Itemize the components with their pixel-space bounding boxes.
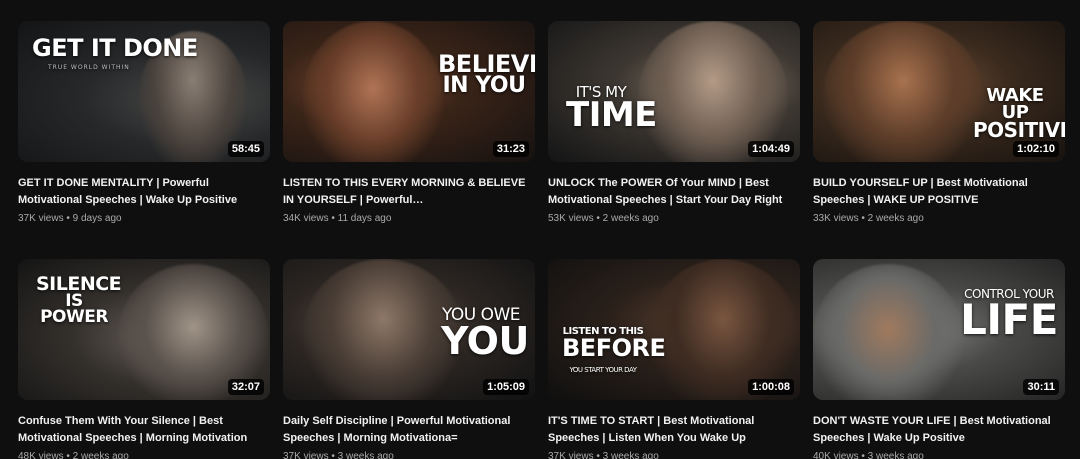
video-grid: GET IT DONE TRUE WORLD WITHIN 58:45 GET … xyxy=(0,0,1080,459)
video-title[interactable]: Confuse Them With Your Silence | Best Mo… xyxy=(18,413,263,447)
video-card[interactable]: LISTEN TO THIS BEFORE YOU START YOUR DAY… xyxy=(548,259,800,459)
upload-age: 2 weeks ago xyxy=(602,213,659,224)
video-card[interactable]: BELIEVE IN YOU 31:23 LISTEN TO THIS EVER… xyxy=(283,21,535,226)
view-count: 37K views xyxy=(18,213,64,224)
video-card[interactable]: IT'S MY TIME 1:04:49 UNLOCK The POWER Of… xyxy=(548,21,800,226)
video-card[interactable]: YOU OWE YOU 1:05:09 Daily Self Disciplin… xyxy=(283,259,535,459)
thumbnail-overlay-subtext: YOU START YOUR DAY xyxy=(569,366,637,374)
upload-age: 11 days ago xyxy=(337,213,392,224)
view-count: 40K views xyxy=(813,451,859,459)
thumbnail-overlay-text: LISTEN TO THIS BEFORE xyxy=(562,326,666,362)
duration-badge: 32:07 xyxy=(227,379,264,395)
thumbnail-figure xyxy=(813,264,963,400)
video-thumbnail[interactable]: SILENCE IS POWER 32:07 xyxy=(18,259,270,400)
video-metadata: 33K views • 2 weeks ago xyxy=(813,213,924,224)
video-card[interactable]: GET IT DONE TRUE WORLD WITHIN 58:45 GET … xyxy=(18,21,270,226)
video-title[interactable]: GET IT DONE MENTALITY | Powerful Motivat… xyxy=(18,175,263,209)
video-metadata: 40K views • 3 weeks ago xyxy=(813,450,1065,459)
video-thumbnail[interactable]: IT'S MY TIME 1:04:49 xyxy=(548,21,800,162)
video-title[interactable]: BUILD YOURSELF UP | Best Motivational Sp… xyxy=(813,175,1058,209)
video-card[interactable]: SILENCE IS POWER 32:07 Confuse Them With… xyxy=(18,259,270,459)
thumbnail-overlay-text: GET IT DONE xyxy=(32,34,198,62)
thumbnail-overlay-text: BELIEVE IN YOU xyxy=(438,50,535,98)
view-count: 37K views xyxy=(548,451,594,459)
video-thumbnail[interactable]: GET IT DONE TRUE WORLD WITHIN 58:45 xyxy=(18,21,270,162)
upload-age: 3 weeks ago xyxy=(337,451,394,459)
video-title[interactable]: IT'S TIME TO START | Best Motivational S… xyxy=(548,413,793,447)
duration-badge: 1:02:10 xyxy=(1013,141,1059,157)
video-thumbnail[interactable]: CONTROL YOUR LIFE 30:11 xyxy=(813,259,1065,400)
video-metadata: 37K views • 9 days ago xyxy=(18,213,122,224)
view-count: 37K views xyxy=(283,451,329,459)
video-card[interactable]: WAKE UP POSITIVE 1:02:10 BUILD YOURSELF … xyxy=(813,21,1065,226)
thumbnail-overlay-text: YOU OWE YOU xyxy=(441,305,529,364)
video-metadata: 53K views • 2 weeks ago xyxy=(548,213,659,224)
video-metadata: 37K views • 3 weeks ago xyxy=(548,450,800,459)
view-count: 34K views xyxy=(283,213,329,224)
upload-age: 3 weeks ago xyxy=(867,451,924,459)
duration-badge: 1:05:09 xyxy=(483,379,529,395)
view-count: 53K views xyxy=(548,213,594,224)
upload-age: 3 weeks ago xyxy=(602,451,659,459)
video-thumbnail[interactable]: BELIEVE IN YOU 31:23 xyxy=(283,21,535,162)
video-card[interactable]: CONTROL YOUR LIFE 30:11 DON'T WASTE YOUR… xyxy=(813,259,1065,459)
video-title[interactable]: DON'T WASTE YOUR LIFE | Best Motivationa… xyxy=(813,413,1058,447)
thumbnail-figure xyxy=(823,21,983,162)
duration-badge: 1:04:49 xyxy=(748,141,794,157)
upload-age: 2 weeks ago xyxy=(72,451,129,459)
duration-badge: 58:45 xyxy=(227,141,264,157)
video-metadata: 48K views • 2 weeks ago xyxy=(18,450,270,459)
video-title[interactable]: LISTEN TO THIS EVERY MORNING & BELIEVE I… xyxy=(283,175,528,209)
thumbnail-figure xyxy=(303,259,463,400)
video-title[interactable]: UNLOCK The POWER Of Your MIND | Best Mot… xyxy=(548,175,793,209)
duration-badge: 31:23 xyxy=(492,141,529,157)
thumbnail-overlay-text: SILENCE IS POWER xyxy=(36,273,122,328)
thumbnail-overlay-text: IT'S MY TIME xyxy=(566,83,657,136)
video-metadata: 37K views • 3 weeks ago xyxy=(283,450,535,459)
view-count: 33K views xyxy=(813,213,859,224)
thumbnail-figure xyxy=(303,21,443,162)
thumbnail-overlay-subtext: TRUE WORLD WITHIN xyxy=(48,64,130,71)
duration-badge: 30:11 xyxy=(1023,379,1059,395)
video-title[interactable]: Daily Self Discipline | Powerful Motivat… xyxy=(283,413,528,447)
view-count: 48K views xyxy=(18,451,64,459)
thumbnail-overlay-text: CONTROL YOUR LIFE xyxy=(960,287,1058,345)
upload-age: 9 days ago xyxy=(72,213,122,224)
video-thumbnail[interactable]: WAKE UP POSITIVE 1:02:10 xyxy=(813,21,1065,162)
video-thumbnail[interactable]: LISTEN TO THIS BEFORE YOU START YOUR DAY… xyxy=(548,259,800,400)
video-metadata: 34K views • 11 days ago xyxy=(283,213,392,224)
thumbnail-overlay-text: WAKE UP POSITIVE xyxy=(973,85,1065,143)
video-thumbnail[interactable]: YOU OWE YOU 1:05:09 xyxy=(283,259,535,400)
upload-age: 2 weeks ago xyxy=(867,213,924,224)
duration-badge: 1:00:08 xyxy=(748,379,794,395)
